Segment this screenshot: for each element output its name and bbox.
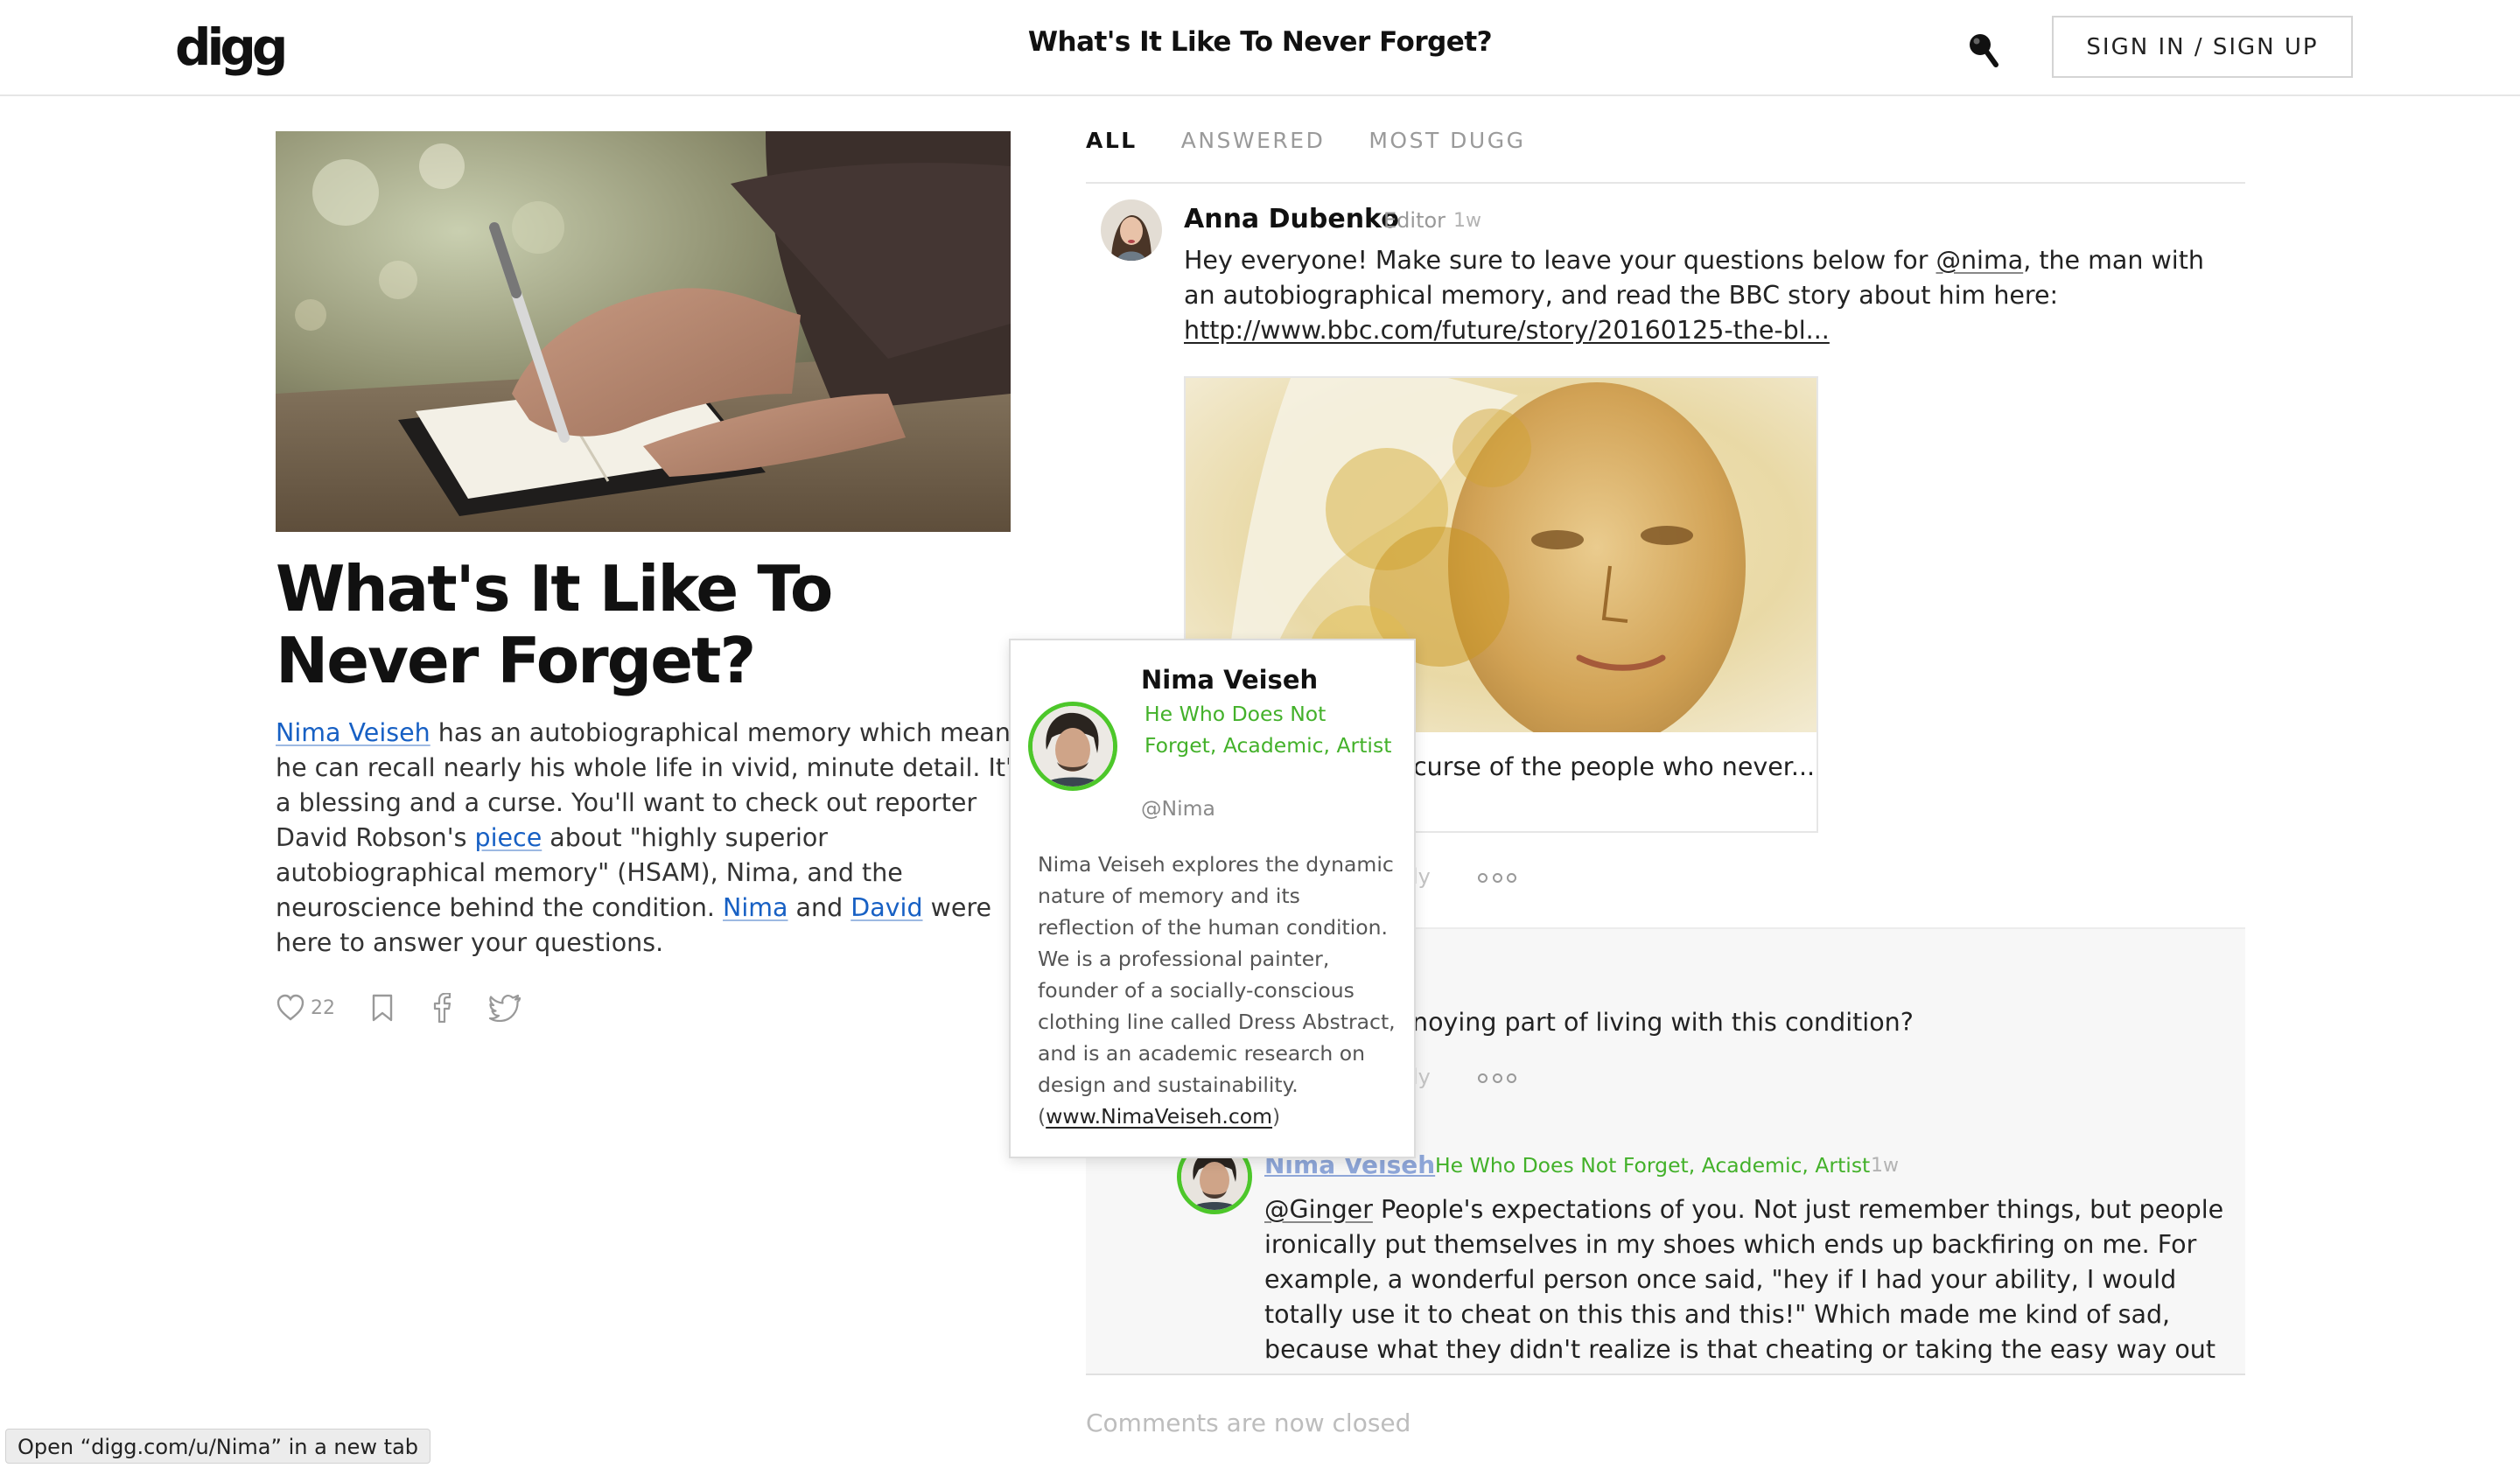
comments-closed-notice: Comments are now closed bbox=[1086, 1409, 1411, 1437]
facebook-share-button[interactable] bbox=[430, 993, 454, 1023]
digg-button[interactable]: 22 bbox=[276, 994, 335, 1022]
tab-most-dugg[interactable]: MOST DUGG bbox=[1368, 128, 1525, 153]
twitter-icon bbox=[489, 994, 522, 1022]
comment-text: Hey everyone! Make sure to leave your qu… bbox=[1184, 246, 2204, 345]
save-button[interactable] bbox=[370, 994, 395, 1022]
user-hover-card: Nima Veiseh He Who Does Not Forget, Acad… bbox=[1009, 639, 1416, 1158]
comment-tabs: ALL ANSWERED MOST DUGG bbox=[1086, 128, 1569, 153]
hover-card-name[interactable]: Nima Veiseh bbox=[1141, 665, 1318, 695]
article-title: What's It Like To Never Forget? bbox=[276, 552, 833, 697]
article-actions: 22 bbox=[276, 990, 557, 1025]
link-piece[interactable]: piece bbox=[475, 823, 542, 852]
comment-time: 1w bbox=[1871, 1155, 1899, 1177]
comment-author-role: Editor bbox=[1383, 208, 1446, 233]
tab-all[interactable]: ALL bbox=[1086, 128, 1138, 153]
digg-count: 22 bbox=[311, 996, 335, 1019]
tabs-divider bbox=[1086, 182, 2245, 184]
website-link[interactable]: www.NimaVeiseh.com bbox=[1046, 1104, 1272, 1129]
more-options-icon[interactable] bbox=[1478, 873, 1516, 884]
heart-icon bbox=[276, 994, 304, 1021]
search-icon[interactable] bbox=[1967, 31, 2002, 70]
site-header: digg What's It Like To Never Forget? SIG… bbox=[0, 0, 2520, 96]
hover-card-bio: Nima Veiseh explores the dynamic nature … bbox=[1038, 852, 1396, 1129]
bookmark-icon bbox=[372, 994, 393, 1022]
twitter-share-button[interactable] bbox=[489, 994, 522, 1022]
link-preview-title[interactable]: curse of the people who never... bbox=[1413, 752, 1815, 781]
mention-link[interactable]: @Ginger bbox=[1264, 1195, 1373, 1224]
comment-author-title: He Who Does Not Forget, Academic, Artist bbox=[1435, 1153, 1871, 1178]
question-text: noying part of living with this conditio… bbox=[1412, 1008, 1914, 1037]
article-body: Nima Veiseh has an autobiographical memo… bbox=[276, 716, 1028, 961]
answer-text: @Ginger People's expectations of you. No… bbox=[1264, 1195, 2224, 1364]
mention-link[interactable]: @nima bbox=[1936, 246, 2023, 275]
hover-card-title: He Who Does Not Forget, Academic, Artist bbox=[1144, 702, 1392, 758]
avatar[interactable] bbox=[1028, 702, 1117, 791]
avatar[interactable] bbox=[1101, 199, 1162, 261]
article-text: and bbox=[788, 893, 851, 922]
link-nima-veiseh[interactable]: Nima Veiseh bbox=[276, 718, 430, 747]
bbc-story-link[interactable]: http://www.bbc.com/future/story/20160125… bbox=[1184, 316, 1830, 345]
article-hero-image bbox=[276, 131, 1011, 532]
status-bar-tooltip: Open “digg.com/u/Nima” in a new tab bbox=[5, 1429, 431, 1464]
link-david[interactable]: David bbox=[850, 893, 922, 922]
hover-card-handle: @Nima bbox=[1141, 796, 1215, 821]
more-options-icon[interactable] bbox=[1478, 1073, 1516, 1084]
link-nima[interactable]: Nima bbox=[723, 893, 788, 922]
facebook-icon bbox=[433, 993, 452, 1023]
tab-answered[interactable]: ANSWERED bbox=[1181, 128, 1326, 153]
sign-in-button[interactable]: SIGN IN / SIGN UP bbox=[2052, 16, 2353, 78]
comment-time: 1w bbox=[1453, 210, 1481, 232]
comment-author[interactable]: Anna Dubenko bbox=[1184, 204, 1399, 234]
